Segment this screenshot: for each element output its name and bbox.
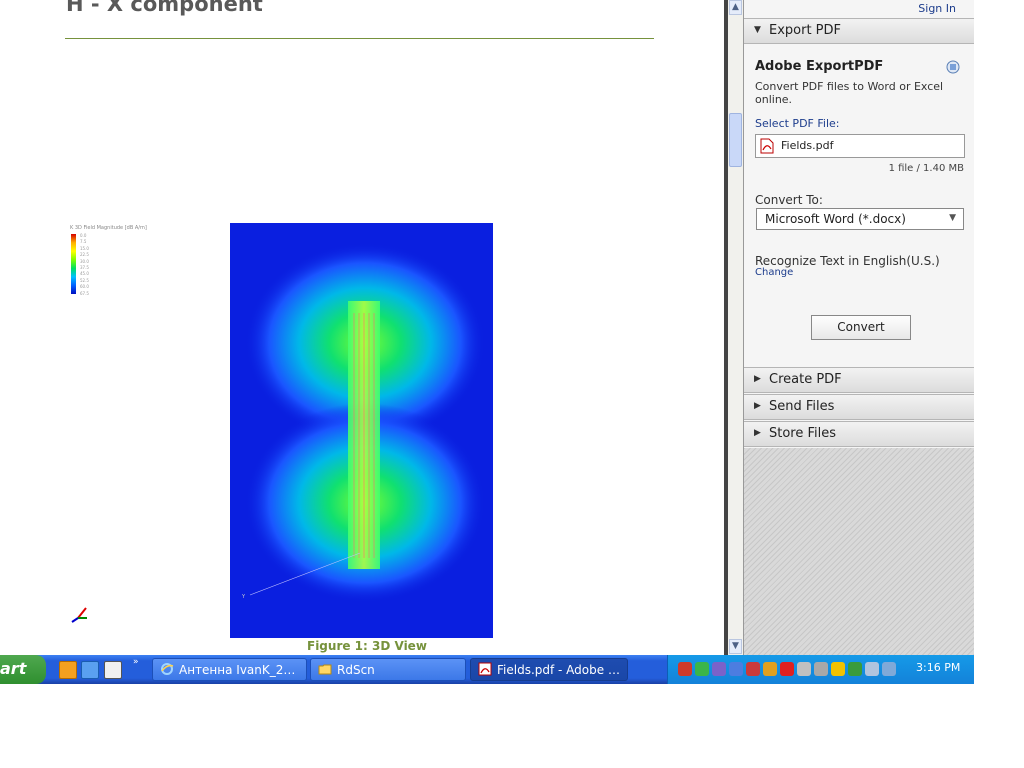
start-label: art bbox=[0, 659, 27, 678]
section-label: Store Files bbox=[769, 426, 837, 441]
convert-button[interactable]: Convert bbox=[811, 315, 911, 340]
show-desktop-icon[interactable] bbox=[104, 661, 122, 679]
document-view: H - X component K 3D Field Magnitude [dB… bbox=[0, 0, 724, 655]
task-fields-pdf-window[interactable]: Fields.pdf - Adobe Re... bbox=[470, 658, 628, 681]
color-legend: K 3D Field Magnitude [dB A/m] 0.0 7.5 15… bbox=[70, 225, 160, 297]
axis-triad-icon bbox=[71, 607, 87, 623]
field-plot-image: Y bbox=[230, 223, 493, 638]
tray-app-icon[interactable] bbox=[882, 662, 896, 676]
section-send-files[interactable]: ▶ Send Files bbox=[744, 394, 974, 420]
pdf-icon bbox=[760, 138, 774, 154]
system-tray: 3:16 PM bbox=[667, 655, 974, 684]
legend-color-bar bbox=[71, 234, 76, 294]
legend-ticks: 0.0 7.5 15.0 22.5 30.0 37.5 45.0 52.5 60… bbox=[80, 233, 89, 297]
section-label: Send Files bbox=[769, 399, 835, 414]
task-label: RdScn bbox=[337, 663, 375, 677]
sign-in-link[interactable]: Sign In bbox=[918, 2, 956, 15]
tray-app-icon[interactable] bbox=[746, 662, 760, 676]
acrobat-tray-icon[interactable] bbox=[780, 662, 794, 676]
legend-tick: 60.0 bbox=[80, 284, 89, 290]
triangle-right-icon: ▶ bbox=[754, 428, 761, 438]
heading-rule bbox=[65, 38, 654, 39]
export-title: Adobe ExportPDF bbox=[755, 59, 884, 74]
task-antenna-window[interactable]: Антенна IvanK_2015... bbox=[152, 658, 307, 681]
scroll-down-arrow[interactable]: ▼ bbox=[729, 639, 742, 654]
tray-app-icon[interactable] bbox=[678, 662, 692, 676]
accessibility-icon[interactable] bbox=[831, 662, 845, 676]
tray-app-icon[interactable] bbox=[797, 662, 811, 676]
legend-tick: 30.0 bbox=[80, 258, 89, 264]
tray-app-icon[interactable] bbox=[848, 662, 862, 676]
security-icon[interactable] bbox=[695, 662, 709, 676]
task-label: Антенна IvanK_2015... bbox=[179, 663, 301, 677]
section-create-pdf[interactable]: ▶ Create PDF bbox=[744, 367, 974, 393]
section-label: Create PDF bbox=[769, 372, 842, 387]
start-button[interactable]: art bbox=[0, 655, 46, 684]
ie-icon bbox=[161, 663, 174, 675]
section-export-pdf[interactable]: ▼ Export PDF bbox=[744, 18, 974, 44]
tools-panel: Sign In ▼ Export PDF Adobe ExportPDF Con… bbox=[743, 0, 974, 655]
tray-app-icon[interactable] bbox=[814, 662, 828, 676]
panel-empty-area bbox=[744, 448, 974, 655]
export-description: Convert PDF files to Word or Excel onlin… bbox=[755, 80, 944, 106]
triangle-down-icon: ▼ bbox=[754, 25, 761, 35]
recognize-text-label: Recognize Text in English(U.S.) bbox=[755, 254, 940, 268]
file-size-info: 1 file / 1.40 MB bbox=[888, 163, 964, 174]
legend-tick: 45.0 bbox=[80, 271, 89, 277]
section-label: Export PDF bbox=[769, 23, 842, 38]
volume-icon[interactable] bbox=[763, 662, 777, 676]
select-file-label: Select PDF File: bbox=[755, 117, 840, 130]
dropdown-arrow-icon: ▼ bbox=[949, 213, 956, 223]
pdf-icon bbox=[478, 662, 492, 676]
settings-icon[interactable] bbox=[946, 60, 960, 74]
triangle-right-icon: ▶ bbox=[754, 374, 761, 384]
task-rdscn-window[interactable]: RdScn bbox=[310, 658, 466, 681]
section-heading: H - X component bbox=[66, 0, 263, 16]
display-icon[interactable] bbox=[729, 662, 743, 676]
clock-app-icon[interactable] bbox=[59, 661, 77, 679]
browser-icon[interactable] bbox=[81, 661, 99, 679]
document-scrollbar[interactable]: ▲ ▼ bbox=[724, 0, 743, 655]
legend-title: K 3D Field Magnitude [dB A/m] bbox=[70, 225, 147, 231]
convert-to-label: Convert To: bbox=[755, 193, 823, 207]
task-label: Fields.pdf - Adobe Re... bbox=[497, 663, 621, 677]
convert-format-select[interactable]: Microsoft Word (*.docx) ▼ bbox=[756, 208, 964, 230]
scroll-up-arrow[interactable]: ▲ bbox=[729, 0, 742, 15]
taskbar: art » Антенна IvanK_2015... RdScn Fields… bbox=[0, 655, 974, 684]
clock[interactable]: 3:16 PM bbox=[916, 661, 960, 674]
scroll-thumb[interactable] bbox=[729, 113, 742, 167]
network-icon[interactable] bbox=[712, 662, 726, 676]
change-language-link[interactable]: Change bbox=[755, 267, 793, 278]
file-name: Fields.pdf bbox=[781, 139, 834, 152]
convert-format-value: Microsoft Word (*.docx) bbox=[765, 212, 906, 226]
triangle-right-icon: ▶ bbox=[754, 401, 761, 411]
section-store-files[interactable]: ▶ Store Files bbox=[744, 421, 974, 447]
folder-icon bbox=[318, 664, 332, 675]
quick-launch-more-icon[interactable]: » bbox=[133, 657, 139, 667]
tray-app-icon[interactable] bbox=[865, 662, 879, 676]
legend-tick: 67.5 bbox=[80, 290, 89, 296]
legend-tick: 22.5 bbox=[80, 252, 89, 258]
figure-caption: Figure 1: 3D View bbox=[307, 639, 427, 653]
selected-file-field[interactable]: Fields.pdf bbox=[755, 134, 965, 158]
